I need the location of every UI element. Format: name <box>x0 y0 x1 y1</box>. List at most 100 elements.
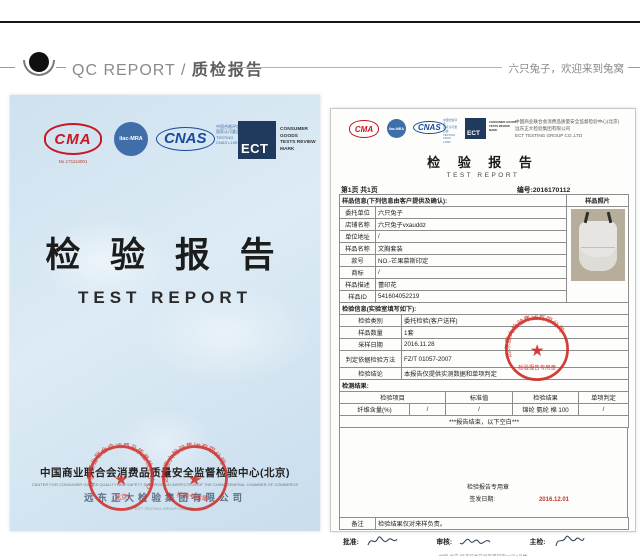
section-title-en: QC REPORT <box>72 62 176 79</box>
ect-logo-icon: ECT <box>238 121 276 159</box>
lab-label: 检验结论 <box>339 367 402 380</box>
results-header-item: 检验项目 <box>339 391 446 404</box>
info-label: 款号 <box>339 254 376 267</box>
report-number: 编号:2016170112 <box>517 187 571 194</box>
section-title: QC REPORT / 质检报告 <box>72 56 264 80</box>
brand-dot-icon <box>29 52 49 72</box>
test-report-detail-image[interactable]: CMA ilac-MRA CNAS 中国合格评定 国家认可委员会 TESTING… <box>330 108 636 556</box>
lab-org-line2: 远东正大检验集团有限公司 <box>515 125 571 131</box>
report-meta-row: 第1页 共1页 编号:2016170112 <box>339 181 627 194</box>
info-value: NO.-芒果慕斯印定 <box>375 254 567 267</box>
results-header-result: 检验结果 <box>512 391 579 404</box>
test-report-cover-image[interactable]: CMA No.171114001 ilac-MRA CNAS 中国合格评定 国家… <box>10 95 320 531</box>
approve-label: 批准: <box>343 539 359 546</box>
review-label: 审核: <box>436 539 453 546</box>
lab-label: 判定依据检验方法 <box>339 350 402 368</box>
results-section-header: 检测结果: <box>338 379 630 392</box>
info-label: 样品ID <box>339 290 376 303</box>
svg-text:★: ★ <box>113 470 128 489</box>
report-title: 检 验 报 告 TEST REPORT <box>339 152 627 179</box>
sheet-logo-row: CMA ilac-MRA CNAS 中国合格评定 国家认可委员会 TESTING… <box>339 115 627 151</box>
result-item: 纤维含量(%) <box>339 403 410 416</box>
stamp-caption: 检验报告专用章 <box>466 485 509 491</box>
result-sub: / <box>409 403 446 416</box>
result-standard: / <box>445 403 513 416</box>
header-dash-left2 <box>56 67 66 68</box>
report-blank-area: 检验报告专用章 签发日期: 2016.12.01 <box>339 428 628 518</box>
header-dash-left <box>0 67 15 68</box>
sample-info-table: 样品信息(下列信息由客户提供及确认): 样品照片 委托单位 六只兔子 店铺名称六… <box>339 194 629 303</box>
sample-photo-image <box>570 209 625 281</box>
info-label: 样品名称 <box>339 242 376 255</box>
issue-date-value: 2016.12.01 <box>538 497 569 503</box>
report-title-en: TEST REPORT <box>446 172 520 179</box>
approve-signature <box>367 536 398 546</box>
lab-label: 采样日期 <box>339 338 402 351</box>
results-table: 检测结果: 检验项目 标准值 检验结果 单项判定 纤维含量(%) / / 锦纶 … <box>338 379 630 428</box>
remark-label: 备注 <box>339 517 376 530</box>
photo-column-header: 样品照片 <box>566 194 629 207</box>
inspector-label: 主检: <box>529 539 546 546</box>
cnas-logo-icon: CNAS <box>156 127 215 151</box>
results-header-standard: 标准值 <box>445 391 513 404</box>
result-value: 锦纶 氨纶 棉 100 <box>512 403 579 416</box>
review-signature <box>459 538 491 545</box>
info-value: / <box>375 230 567 243</box>
inspector-signature <box>554 535 585 547</box>
cover-title-en: TEST REPORT <box>77 288 252 307</box>
svg-text:检验专用章: 检验专用章 <box>176 490 208 503</box>
garment-shape <box>578 221 617 271</box>
ilac-mra-logo-icon-small: ilac-MRA <box>387 119 406 138</box>
lab-label: 检验类别 <box>339 314 402 327</box>
info-value: 六只兔子vxauddz <box>375 218 567 231</box>
ilac-mra-logo-icon: ilac-MRA <box>114 122 148 156</box>
page-info: 第1页 共1页 <box>341 187 378 194</box>
inspector-signature-group: 主检: <box>530 533 615 549</box>
info-label: 委托单位 <box>339 206 376 219</box>
cma-cert-number: No.171114001 <box>58 159 88 164</box>
info-label: 单位地址 <box>339 230 376 243</box>
section-title-zh: 质检报告 <box>191 62 264 79</box>
lab-info-table: 检验信息(实验室填写如下): 检验类别 委托检验(客户送样) 样品数量 1套 采样日… <box>339 302 629 380</box>
cnas-side-text-small: 中国合格评定 国家认可委员会 TESTING CNAS L1991 <box>443 118 457 144</box>
results-header-verdict: 单项判定 <box>577 391 630 404</box>
cover-title: 检 验 报 告 TEST REPORT <box>10 227 320 308</box>
info-label: 商标 <box>339 266 376 279</box>
lab-label: 样品数量 <box>339 326 402 339</box>
ect-logo-icon-small: ECT <box>465 118 486 139</box>
sample-photo <box>566 206 629 303</box>
red-seal-stamp-1: 中国商业联合会消费品质量检验中心 ★ (北京) <box>86 441 156 513</box>
lab-section-header: 检验信息(实验室填写如下): <box>339 302 629 315</box>
info-label: 店铺名称 <box>339 218 376 231</box>
svg-text:检验报告专用章: 检验报告专用章 <box>518 363 557 371</box>
lab-org-line1: 中国商业联合会消费品质量安全监督检验中心(北京) <box>515 119 620 124</box>
info-value: 蕾印花 <box>375 278 567 291</box>
approve-signature-group: 批准: <box>343 533 428 549</box>
svg-text:★: ★ <box>530 342 545 360</box>
remark-value: 检验结果仅对来样负责。 <box>375 517 629 530</box>
cma-logo-icon-small: CMA <box>349 120 379 138</box>
ect-caption-small: CONSUMER GOODS TESTS REVIEW MARK <box>489 120 517 132</box>
info-value: 文胸套装 <box>375 242 567 255</box>
report-title-zh: 检 验 报 告 <box>427 155 539 170</box>
info-value: 541604052219 <box>375 290 567 303</box>
sample-section-header: 样品信息(下列信息由客户提供及确认): <box>339 194 567 207</box>
garment-seam <box>580 247 615 248</box>
cover-logo-row: CMA No.171114001 ilac-MRA CNAS 中国合格评定 国家… <box>10 119 320 165</box>
info-label: 样品描述 <box>339 278 376 291</box>
end-of-report-note: ***报告结束，以下空白*** <box>338 415 630 428</box>
remark-table: 备注 检验结果仅对来样负责。 <box>339 517 629 530</box>
ect-caption: CONSUMER GOODS TESTS REVIEW MARK <box>280 127 316 153</box>
cma-logo-icon: CMA <box>44 123 102 155</box>
red-seal-stamp-report: 远东正大检验集团有限公司 ★ 检验报告专用章 <box>503 313 571 383</box>
header-dash-right <box>628 67 640 68</box>
review-signature-group: 审核: <box>436 533 521 549</box>
top-divider <box>0 21 640 23</box>
lab-org-line3: ECT TESTING GROUP CO.,LTD <box>515 132 583 138</box>
signature-row: 批准: 审核: 主检: <box>339 533 627 549</box>
svg-text:★: ★ <box>186 469 204 490</box>
red-seal-stamp-2: 远东正大检验集团有限公司 ★ 检验专用章 <box>155 436 234 517</box>
cover-title-zh: 检 验 报 告 <box>45 236 285 275</box>
shop-tagline: 六只兔子，欢迎来到兔窝 <box>508 63 625 75</box>
lab-address-block: 中国商业联合会消费品质量安全监督检验中心(北京) 远东正大检验集团有限公司 EC… <box>515 119 627 140</box>
